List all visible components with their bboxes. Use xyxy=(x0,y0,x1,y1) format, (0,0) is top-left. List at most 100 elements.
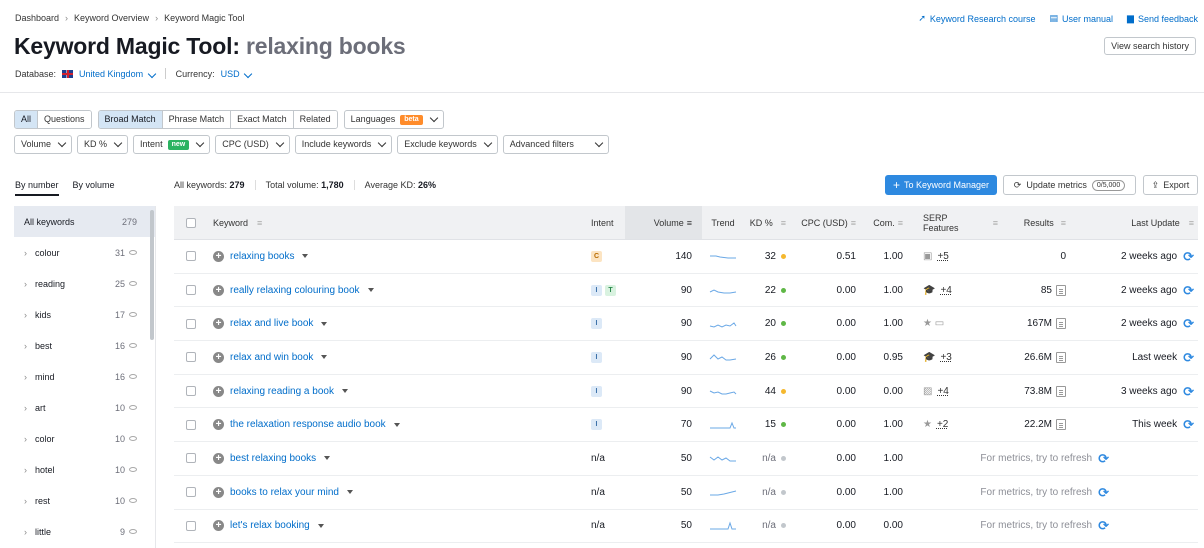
kd-filter[interactable]: KD % xyxy=(77,135,129,154)
sidebar-item-kids[interactable]: › kids 17 xyxy=(14,299,155,330)
tab-by-volume[interactable]: By volume xyxy=(73,180,115,196)
row-checkbox[interactable] xyxy=(185,251,196,262)
eye-icon[interactable] xyxy=(129,467,137,472)
caret-down-icon[interactable] xyxy=(346,490,353,495)
caret-down-icon[interactable] xyxy=(341,389,348,394)
refresh-icon[interactable]: ⟳ xyxy=(1183,418,1194,431)
caret-down-icon[interactable] xyxy=(321,355,328,360)
row-checkbox[interactable] xyxy=(185,386,196,397)
sidebar-item-reading[interactable]: › reading 25 xyxy=(14,268,155,299)
keyword-link[interactable]: best relaxing books xyxy=(230,453,316,464)
eye-icon[interactable] xyxy=(129,498,137,503)
refresh-icon[interactable]: ⟳ xyxy=(1183,250,1194,263)
caret-down-icon[interactable] xyxy=(393,422,400,427)
serp-document-icon[interactable] xyxy=(1056,385,1066,397)
sidebar-item-color[interactable]: › color 10 xyxy=(14,423,155,454)
refresh-icon[interactable]: ⟳ xyxy=(1183,385,1194,398)
col-results[interactable]: Results ≡ xyxy=(998,206,1076,239)
volume-filter[interactable]: Volume xyxy=(14,135,73,154)
row-checkbox[interactable] xyxy=(185,285,196,296)
add-to-list-icon[interactable]: + xyxy=(213,250,224,262)
row-checkbox[interactable] xyxy=(185,419,196,430)
eye-icon[interactable] xyxy=(129,374,137,379)
serp-document-icon[interactable] xyxy=(1056,351,1066,363)
course-link[interactable]: ➚ Keyword Research course xyxy=(918,13,1035,24)
serp-document-icon[interactable] xyxy=(1056,419,1066,431)
refresh-metrics-cell[interactable]: For metrics, try to refresh ⟳ xyxy=(913,476,1113,509)
database-select[interactable]: United Kingdom xyxy=(79,69,156,79)
cpc-filter[interactable]: CPC (USD) xyxy=(215,135,290,154)
keyword-link[interactable]: let's relax booking xyxy=(230,520,310,531)
row-checkbox[interactable] xyxy=(185,453,196,464)
breadcrumb-keyword-overview[interactable]: Keyword Overview xyxy=(74,13,149,23)
col-cpc[interactable]: CPC (USD) ≡ xyxy=(796,206,866,239)
breadcrumb-dashboard[interactable]: Dashboard xyxy=(15,13,59,23)
refresh-metrics-cell[interactable]: For metrics, try to refresh ⟳ xyxy=(913,510,1113,543)
send-feedback-link[interactable]: ▆ Send feedback xyxy=(1127,13,1198,24)
col-volume[interactable]: Volume ≡ xyxy=(625,206,702,239)
user-manual-link[interactable]: ▤ User manual xyxy=(1049,13,1113,24)
col-kd[interactable]: KD % ≡ xyxy=(744,206,796,239)
keyword-link[interactable]: relaxing books xyxy=(230,251,294,262)
sidebar-item-mind[interactable]: › mind 16 xyxy=(14,361,155,392)
keyword-link[interactable]: relax and win book xyxy=(230,352,313,363)
languages-dropdown[interactable]: Languages beta xyxy=(343,110,444,129)
advanced-filters[interactable]: Advanced filters xyxy=(502,135,609,154)
caret-down-icon[interactable] xyxy=(321,321,328,326)
tab-questions[interactable]: Questions xyxy=(37,111,91,128)
col-last-update[interactable]: Last Update ≡ xyxy=(1076,206,1198,239)
currency-select[interactable]: USD xyxy=(221,69,253,79)
caret-down-icon[interactable] xyxy=(324,456,331,461)
update-metrics-button[interactable]: ⟳ Update metrics 0/5,000 xyxy=(1003,175,1136,195)
caret-down-icon[interactable] xyxy=(367,288,374,293)
serp-more-link[interactable]: +4 xyxy=(937,386,948,397)
keyword-link[interactable]: books to relax your mind xyxy=(230,487,339,498)
eye-icon[interactable] xyxy=(129,405,137,410)
add-to-list-icon[interactable]: + xyxy=(213,385,224,397)
caret-down-icon[interactable] xyxy=(302,254,309,259)
caret-down-icon[interactable] xyxy=(317,523,324,528)
serp-document-icon[interactable] xyxy=(1056,284,1066,296)
add-to-list-icon[interactable]: + xyxy=(213,520,224,532)
refresh-icon[interactable]: ⟳ xyxy=(1098,452,1109,465)
row-checkbox[interactable] xyxy=(185,487,196,498)
row-checkbox[interactable] xyxy=(185,352,196,363)
tab-exact-match[interactable]: Exact Match xyxy=(230,111,293,128)
refresh-icon[interactable]: ⟳ xyxy=(1098,519,1109,532)
refresh-metrics-cell[interactable]: For metrics, try to refresh ⟳ xyxy=(913,442,1113,475)
sidebar-item-hotel[interactable]: › hotel 10 xyxy=(14,454,155,485)
eye-icon[interactable] xyxy=(129,343,137,348)
serp-document-icon[interactable] xyxy=(1056,318,1066,330)
add-to-list-icon[interactable]: + xyxy=(213,419,224,431)
export-button[interactable]: ⇪ Export xyxy=(1143,175,1198,195)
sidebar-item-little[interactable]: › little 9 xyxy=(14,516,155,547)
select-all-checkbox[interactable] xyxy=(185,217,196,228)
col-serp-features[interactable]: SERP Features ≡ xyxy=(913,206,998,239)
add-to-list-icon[interactable]: + xyxy=(213,318,224,330)
row-checkbox[interactable] xyxy=(185,318,196,329)
serp-more-link[interactable]: +3 xyxy=(940,352,951,363)
row-checkbox[interactable] xyxy=(185,520,196,531)
exclude-keywords-filter[interactable]: Exclude keywords xyxy=(397,135,498,154)
sidebar-item-art[interactable]: › art 10 xyxy=(14,392,155,423)
sidebar-item-all-keywords[interactable]: All keywords 279 xyxy=(14,206,155,237)
eye-icon[interactable] xyxy=(129,312,137,317)
eye-icon[interactable] xyxy=(129,281,137,286)
keyword-link[interactable]: really relaxing colouring book xyxy=(230,285,360,296)
to-keyword-manager-button[interactable]: + To Keyword Manager xyxy=(885,175,997,195)
add-to-list-icon[interactable]: + xyxy=(213,284,224,296)
serp-more-link[interactable]: +2 xyxy=(937,419,948,430)
add-to-list-icon[interactable]: + xyxy=(213,486,224,498)
add-to-list-icon[interactable]: + xyxy=(213,452,224,464)
keyword-link[interactable]: the relaxation response audio book xyxy=(230,419,386,430)
refresh-icon[interactable]: ⟳ xyxy=(1183,317,1194,330)
col-keyword[interactable]: Keyword ≡ xyxy=(207,206,581,239)
eye-icon[interactable] xyxy=(129,436,137,441)
sidebar-item-rest[interactable]: › rest 10 xyxy=(14,485,155,516)
add-to-list-icon[interactable]: + xyxy=(213,351,224,363)
sidebar-item-best[interactable]: › best 16 xyxy=(14,330,155,361)
refresh-icon[interactable]: ⟳ xyxy=(1183,351,1194,364)
view-search-history-button[interactable]: View search history xyxy=(1104,37,1196,55)
tab-phrase-match[interactable]: Phrase Match xyxy=(161,111,231,128)
keyword-link[interactable]: relax and live book xyxy=(230,318,313,329)
